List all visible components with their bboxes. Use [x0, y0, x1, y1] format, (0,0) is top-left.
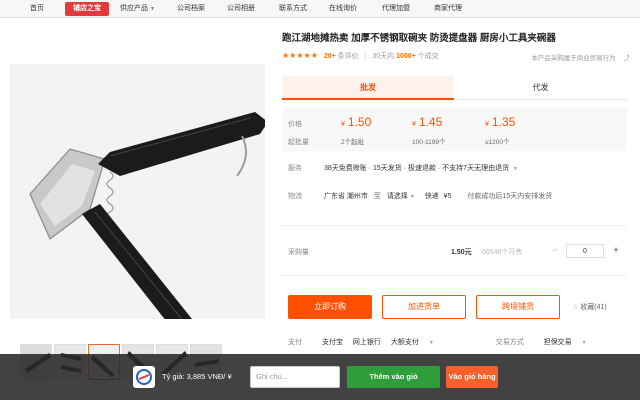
star-outline-icon: ☆ [572, 304, 579, 311]
go-to-cart-button[interactable]: Vào giỏ hàng [446, 366, 498, 388]
payment-option-large: 大额支付 [390, 339, 419, 346]
exchange-rate: Tỷ giá: 3,885 VNĐ/ ¥ [162, 372, 232, 381]
payment-label: 支付 [288, 339, 302, 346]
qty-tier-2: 100-1199个 [412, 139, 446, 146]
trade-notice: 本产品采购属于商业贸易行为 ⤴ [531, 52, 630, 62]
chevron-down-icon: ▼ [150, 6, 155, 12]
chevron-down-icon[interactable]: ▼ [582, 340, 587, 346]
trade-method-value: 担保交易 [543, 339, 572, 346]
quantity-input[interactable]: 0 [566, 244, 604, 258]
favorite-label: 收藏(41) [580, 304, 607, 311]
nav-company-profile[interactable]: 公司档案 [175, 0, 207, 18]
trade-method-label: 交易方式 [495, 339, 524, 346]
nav-agent[interactable]: 商家代理 [432, 0, 464, 18]
review-label: 条评价 [337, 53, 359, 60]
chevron-down-icon[interactable]: ▼ [513, 166, 518, 172]
price-label: 价格 [288, 121, 302, 128]
share-icon[interactable]: ⤴ [624, 55, 631, 62]
quantity-label: 采购量 [288, 249, 309, 256]
review-count[interactable]: 20+ [324, 53, 336, 60]
service-text: 38天免费赊账 · 15天发货 · 极速退款 · 不支持7天无理由退货 [323, 165, 510, 172]
stock-available: 66548个可售 [482, 249, 523, 256]
price-value: 1.35 [491, 115, 516, 129]
add-to-cart-button[interactable]: 加进货单 [382, 295, 466, 319]
section-divider [282, 225, 627, 226]
service-label: 服务 [288, 165, 302, 172]
shipping-note: 付款成功后15天内安排发货 [467, 193, 553, 200]
increment-button[interactable]: + [609, 244, 623, 258]
quantity-row: 采购量 1.50元 66548个可售 − 0 + [288, 244, 623, 258]
cross-border-button[interactable]: 跨境铺货 [476, 295, 560, 319]
logistics-row: 物流 广东省 潮州市 至 请选择 ▼ 快递 ¥5 付款成功后15天内安排发货 [288, 191, 552, 201]
price-value: 1.50 [347, 115, 372, 129]
purchase-mode-tabs: 批发 代发 [282, 76, 627, 100]
ship-from: 广东省 潮州市 [323, 193, 368, 200]
shipping-method: 快递 [424, 193, 439, 200]
nav-products[interactable]: 供应产品 ▼ [118, 0, 157, 18]
logistics-label: 物流 [288, 193, 302, 200]
moq-label: 起批量 [288, 139, 309, 146]
qty-tier-1: 2个起批 [341, 139, 365, 146]
top-nav: 首页 铺店之宝 供应产品 ▼ 公司档案 公司相册 联系方式 在线询价 代理加盟 商… [0, 0, 640, 18]
sales-suffix: 个成交 [417, 53, 439, 60]
bowl-clip-image [10, 64, 265, 319]
rating-row: ★★★★★ 20+ 条评价 | 30天内 1000+ 个成交 [282, 51, 439, 61]
nav-company-album[interactable]: 公司相册 [225, 0, 257, 18]
trade-notice-text: 本产品采购属于商业贸易行为 [531, 55, 616, 62]
service-row: 服务 38天免费赊账 · 15天发货 · 极速退款 · 不支持7天无理由退货 ▼ [288, 163, 518, 173]
note-input[interactable]: Ghi chú... [250, 366, 340, 388]
currency-symbol: ¥ [412, 121, 416, 128]
chevron-down-icon: ▼ [409, 194, 415, 200]
price-tier-2: ¥1.45 [412, 115, 442, 129]
nav-contact[interactable]: 联系方式 [277, 0, 309, 18]
quantity-stepper: − 0 + [548, 244, 623, 258]
tab-wholesale[interactable]: 批发 [282, 76, 454, 100]
currency-symbol: ¥ [485, 121, 489, 128]
product-title: 跑江湖地摊热卖 加厚不锈钢取碗夹 防烫提盘器 厨房小工具夹碗器 [282, 33, 556, 44]
favorite-button[interactable]: ☆ 收藏(41) [572, 302, 607, 312]
tab-dropship[interactable]: 代发 [454, 76, 627, 100]
order-helper-bar: Tỷ giá: 3,885 VNĐ/ ¥ Ghi chú... Thêm vào… [0, 354, 640, 400]
shop-logo[interactable]: 铺店之宝 [65, 2, 109, 16]
payment-row: 支付 支付宝 网上银行 大额支付 ▼ 交易方式 担保交易 ▼ [288, 337, 587, 347]
qty-tier-3: ≥1200个 [485, 139, 510, 146]
nav-products-label: 供应产品 [120, 5, 148, 12]
chevron-down-icon[interactable]: ▼ [429, 340, 434, 346]
divider: | [364, 53, 367, 60]
shipping-fee: ¥5 [443, 193, 452, 200]
price-tier-3: ¥1.35 [485, 115, 515, 129]
price-tier-1: ¥1.50 [341, 115, 371, 129]
section-divider [282, 275, 627, 276]
nav-franchise[interactable]: 代理加盟 [380, 0, 412, 18]
sales-period: 30天内 [372, 53, 395, 60]
payment-option-netbank: 网上银行 [352, 339, 381, 346]
price-block: 价格 起批量 ¥1.50 2个起批 ¥1.45 100-1199个 ¥1.35 … [282, 108, 627, 151]
nav-inquiry[interactable]: 在线询价 [327, 0, 359, 18]
currency-symbol: ¥ [341, 121, 345, 128]
ship-to-label: 至 [373, 193, 381, 200]
destination-select[interactable]: 请选择 ▼ [387, 193, 415, 200]
order-now-button[interactable]: 立即订购 [288, 295, 372, 319]
nav-home[interactable]: 首页 [28, 0, 46, 18]
product-main-image[interactable] [10, 64, 265, 319]
destination-select-label: 请选择 [386, 193, 408, 200]
helper-logo-icon [133, 366, 155, 388]
sales-count: 1000+ [396, 53, 416, 60]
decrement-button[interactable]: − [548, 244, 562, 258]
unit-price: 1.50元 [451, 249, 472, 256]
price-value: 1.45 [418, 115, 443, 129]
payment-option-alipay: 支付宝 [321, 339, 343, 346]
star-rating-icon: ★★★★★ [282, 51, 318, 60]
add-to-cart-vn-button[interactable]: Thêm vào giỏ [347, 366, 440, 388]
